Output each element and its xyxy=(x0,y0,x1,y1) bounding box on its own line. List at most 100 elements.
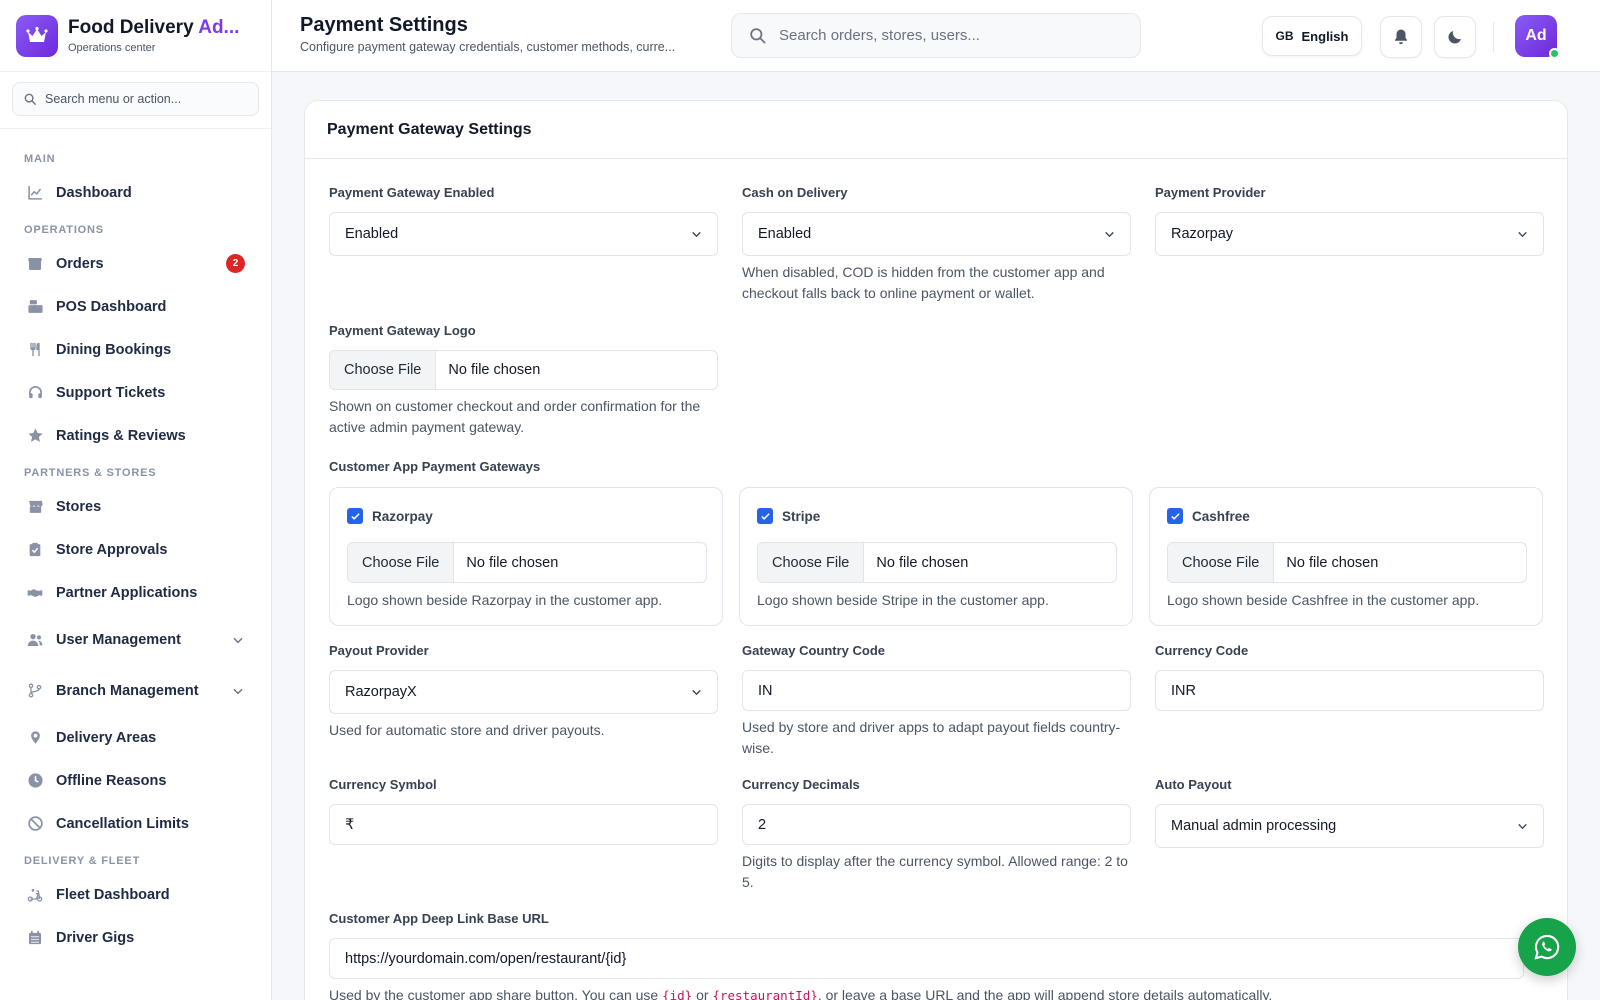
language-selector[interactable]: GB English xyxy=(1262,16,1362,56)
gateway-card-stripe: Stripe Choose File No file chosen Logo s… xyxy=(739,487,1133,626)
ban-icon xyxy=(26,815,44,833)
branch-icon xyxy=(26,682,44,700)
chevron-down-icon xyxy=(1518,823,1527,830)
gateway-enabled-select[interactable]: Enabled xyxy=(329,212,718,256)
sidebar-item-fleet-dashboard[interactable]: Fleet Dashboard xyxy=(0,873,271,916)
choose-file-button[interactable]: Choose File xyxy=(330,351,437,389)
whatsapp-chat-button[interactable] xyxy=(1518,918,1576,976)
deep-link-help: Used by the customer app share button. Y… xyxy=(329,987,1273,1000)
sidebar-item-partner-applications[interactable]: Partner Applications xyxy=(0,571,271,614)
sidebar-item-branch-management[interactable]: Branch Management xyxy=(0,665,271,716)
scooter-icon xyxy=(26,886,44,904)
divider xyxy=(1493,22,1494,52)
payment-provider-select[interactable]: Razorpay xyxy=(1155,212,1544,256)
chevron-down-icon xyxy=(1518,231,1527,238)
sidebar-item-pos-dashboard[interactable]: POS Dashboard xyxy=(0,285,271,328)
utensils-icon xyxy=(26,341,44,359)
chevron-down-icon xyxy=(233,688,243,694)
sidebar-item-cancellation-limits[interactable]: Cancellation Limits xyxy=(0,802,271,845)
check-icon xyxy=(350,512,360,520)
sidebar-item-driver-gigs[interactable]: Driver Gigs xyxy=(0,916,271,959)
clipboard-check-icon xyxy=(26,541,44,559)
notifications-button[interactable] xyxy=(1380,16,1422,58)
payment-gateway-settings-card: Payment Gateway Settings Payment Gateway… xyxy=(304,100,1568,1000)
calendar-icon xyxy=(26,929,44,947)
sidebar-nav: MAIN Dashboard OPERATIONS Orders 2 POS D… xyxy=(0,129,271,959)
whatsapp-icon xyxy=(1534,934,1560,960)
gateway-card-cashfree: Cashfree Choose File No file chosen Logo… xyxy=(1149,487,1543,626)
page-title: Payment Settings xyxy=(300,14,468,36)
choose-file-button[interactable]: Choose File xyxy=(758,543,865,582)
choose-file-button[interactable]: Choose File xyxy=(1168,543,1275,582)
razorpay-logo-file-input[interactable]: Choose File No file chosen xyxy=(347,542,707,583)
nav-section-main: MAIN xyxy=(24,153,56,165)
razorpay-checkbox[interactable] xyxy=(347,508,363,524)
auto-payout-field: Auto Payout Manual admin processing xyxy=(1155,777,1544,848)
deep-link-field: Customer App Deep Link Base URL https://… xyxy=(329,911,1524,1000)
chevron-down-icon xyxy=(1105,231,1114,238)
payout-provider-select[interactable]: RazorpayX xyxy=(329,670,718,714)
sidebar-search-input[interactable]: Search menu or action... xyxy=(12,82,259,116)
users-icon xyxy=(26,631,44,649)
check-icon xyxy=(760,512,770,520)
cod-select[interactable]: Enabled xyxy=(742,212,1131,256)
user-avatar[interactable]: Ad xyxy=(1515,15,1560,59)
sidebar-item-support-tickets[interactable]: Support Tickets xyxy=(0,371,271,414)
global-search-input[interactable]: Search orders, stores, users... xyxy=(731,13,1141,58)
sidebar-item-store-approvals[interactable]: Store Approvals xyxy=(0,528,271,571)
topbar: Payment Settings Configure payment gatew… xyxy=(272,0,1600,72)
sidebar-item-delivery-areas[interactable]: Delivery Areas xyxy=(0,716,271,759)
clock-icon xyxy=(26,772,44,790)
search-icon xyxy=(750,28,766,44)
currency-code-input[interactable]: INR xyxy=(1155,670,1544,711)
nav-section-delivery: DELIVERY & FLEET xyxy=(24,855,141,867)
headset-icon xyxy=(26,384,44,402)
sidebar-item-ratings-reviews[interactable]: Ratings & Reviews xyxy=(0,414,271,457)
choose-file-button[interactable]: Choose File xyxy=(348,543,455,582)
theme-toggle-button[interactable] xyxy=(1434,16,1476,58)
check-icon xyxy=(1170,512,1180,520)
bell-icon xyxy=(1395,29,1407,45)
gateway-card-razorpay: Razorpay Choose File No file chosen Logo… xyxy=(329,487,723,626)
chart-line-icon xyxy=(26,184,44,202)
nav-section-partners: PARTNERS & STORES xyxy=(24,467,157,479)
brand[interactable]: Food Delivery Ad... Operations center xyxy=(0,0,271,72)
sidebar-item-user-management[interactable]: User Management xyxy=(0,614,271,665)
auto-payout-select[interactable]: Manual admin processing xyxy=(1155,804,1544,848)
sidebar: Food Delivery Ad... Operations center Se… xyxy=(0,0,272,1000)
gateway-logo-file-input[interactable]: Choose File No file chosen xyxy=(329,350,718,390)
chevron-down-icon xyxy=(692,689,701,696)
chevron-down-icon xyxy=(233,637,243,643)
map-pin-icon xyxy=(26,729,44,747)
card-title: Payment Gateway Settings xyxy=(305,101,1567,159)
gateway-logo-help: Shown on customer checkout and order con… xyxy=(329,398,701,435)
flag-gb-icon: GB xyxy=(1275,29,1294,43)
gateway-enabled-field: Payment Gateway Enabled Enabled xyxy=(329,185,718,256)
sidebar-item-offline-reasons[interactable]: Offline Reasons xyxy=(0,759,271,802)
deep-link-input[interactable]: https://yourdomain.com/open/restaurant/{… xyxy=(329,938,1524,979)
sidebar-item-stores[interactable]: Stores xyxy=(0,485,271,528)
customer-gateways-label: Customer App Payment Gateways xyxy=(329,459,541,474)
brand-title: Food Delivery Ad... xyxy=(68,17,240,38)
cash-register-icon xyxy=(26,298,44,316)
sidebar-item-dining-bookings[interactable]: Dining Bookings xyxy=(0,328,271,371)
currency-decimals-field: Currency Decimals 2 Digits to display af… xyxy=(742,777,1134,893)
cashfree-logo-file-input[interactable]: Choose File No file chosen xyxy=(1167,542,1527,583)
currency-symbol-input[interactable]: ₹ xyxy=(329,804,718,845)
sidebar-item-dashboard[interactable]: Dashboard xyxy=(0,171,271,214)
cashfree-checkbox[interactable] xyxy=(1167,508,1183,524)
search-icon xyxy=(24,93,36,105)
currency-decimals-input[interactable]: 2 xyxy=(742,804,1131,845)
payout-provider-field: Payout Provider RazorpayX Used for autom… xyxy=(329,643,721,741)
chevron-down-icon xyxy=(692,231,701,238)
country-code-input[interactable]: IN xyxy=(742,670,1131,711)
stripe-checkbox[interactable] xyxy=(757,508,773,524)
cod-field: Cash on Delivery Enabled When disabled, … xyxy=(742,185,1134,304)
star-icon xyxy=(26,427,44,445)
sidebar-item-orders[interactable]: Orders 2 xyxy=(0,242,271,285)
handshake-icon xyxy=(26,584,44,602)
brand-subtitle: Operations center xyxy=(68,42,156,54)
gateway-logo-field: Payment Gateway Logo Choose File No file… xyxy=(329,323,721,438)
stripe-logo-file-input[interactable]: Choose File No file chosen xyxy=(757,542,1117,583)
crown-icon xyxy=(16,14,58,57)
